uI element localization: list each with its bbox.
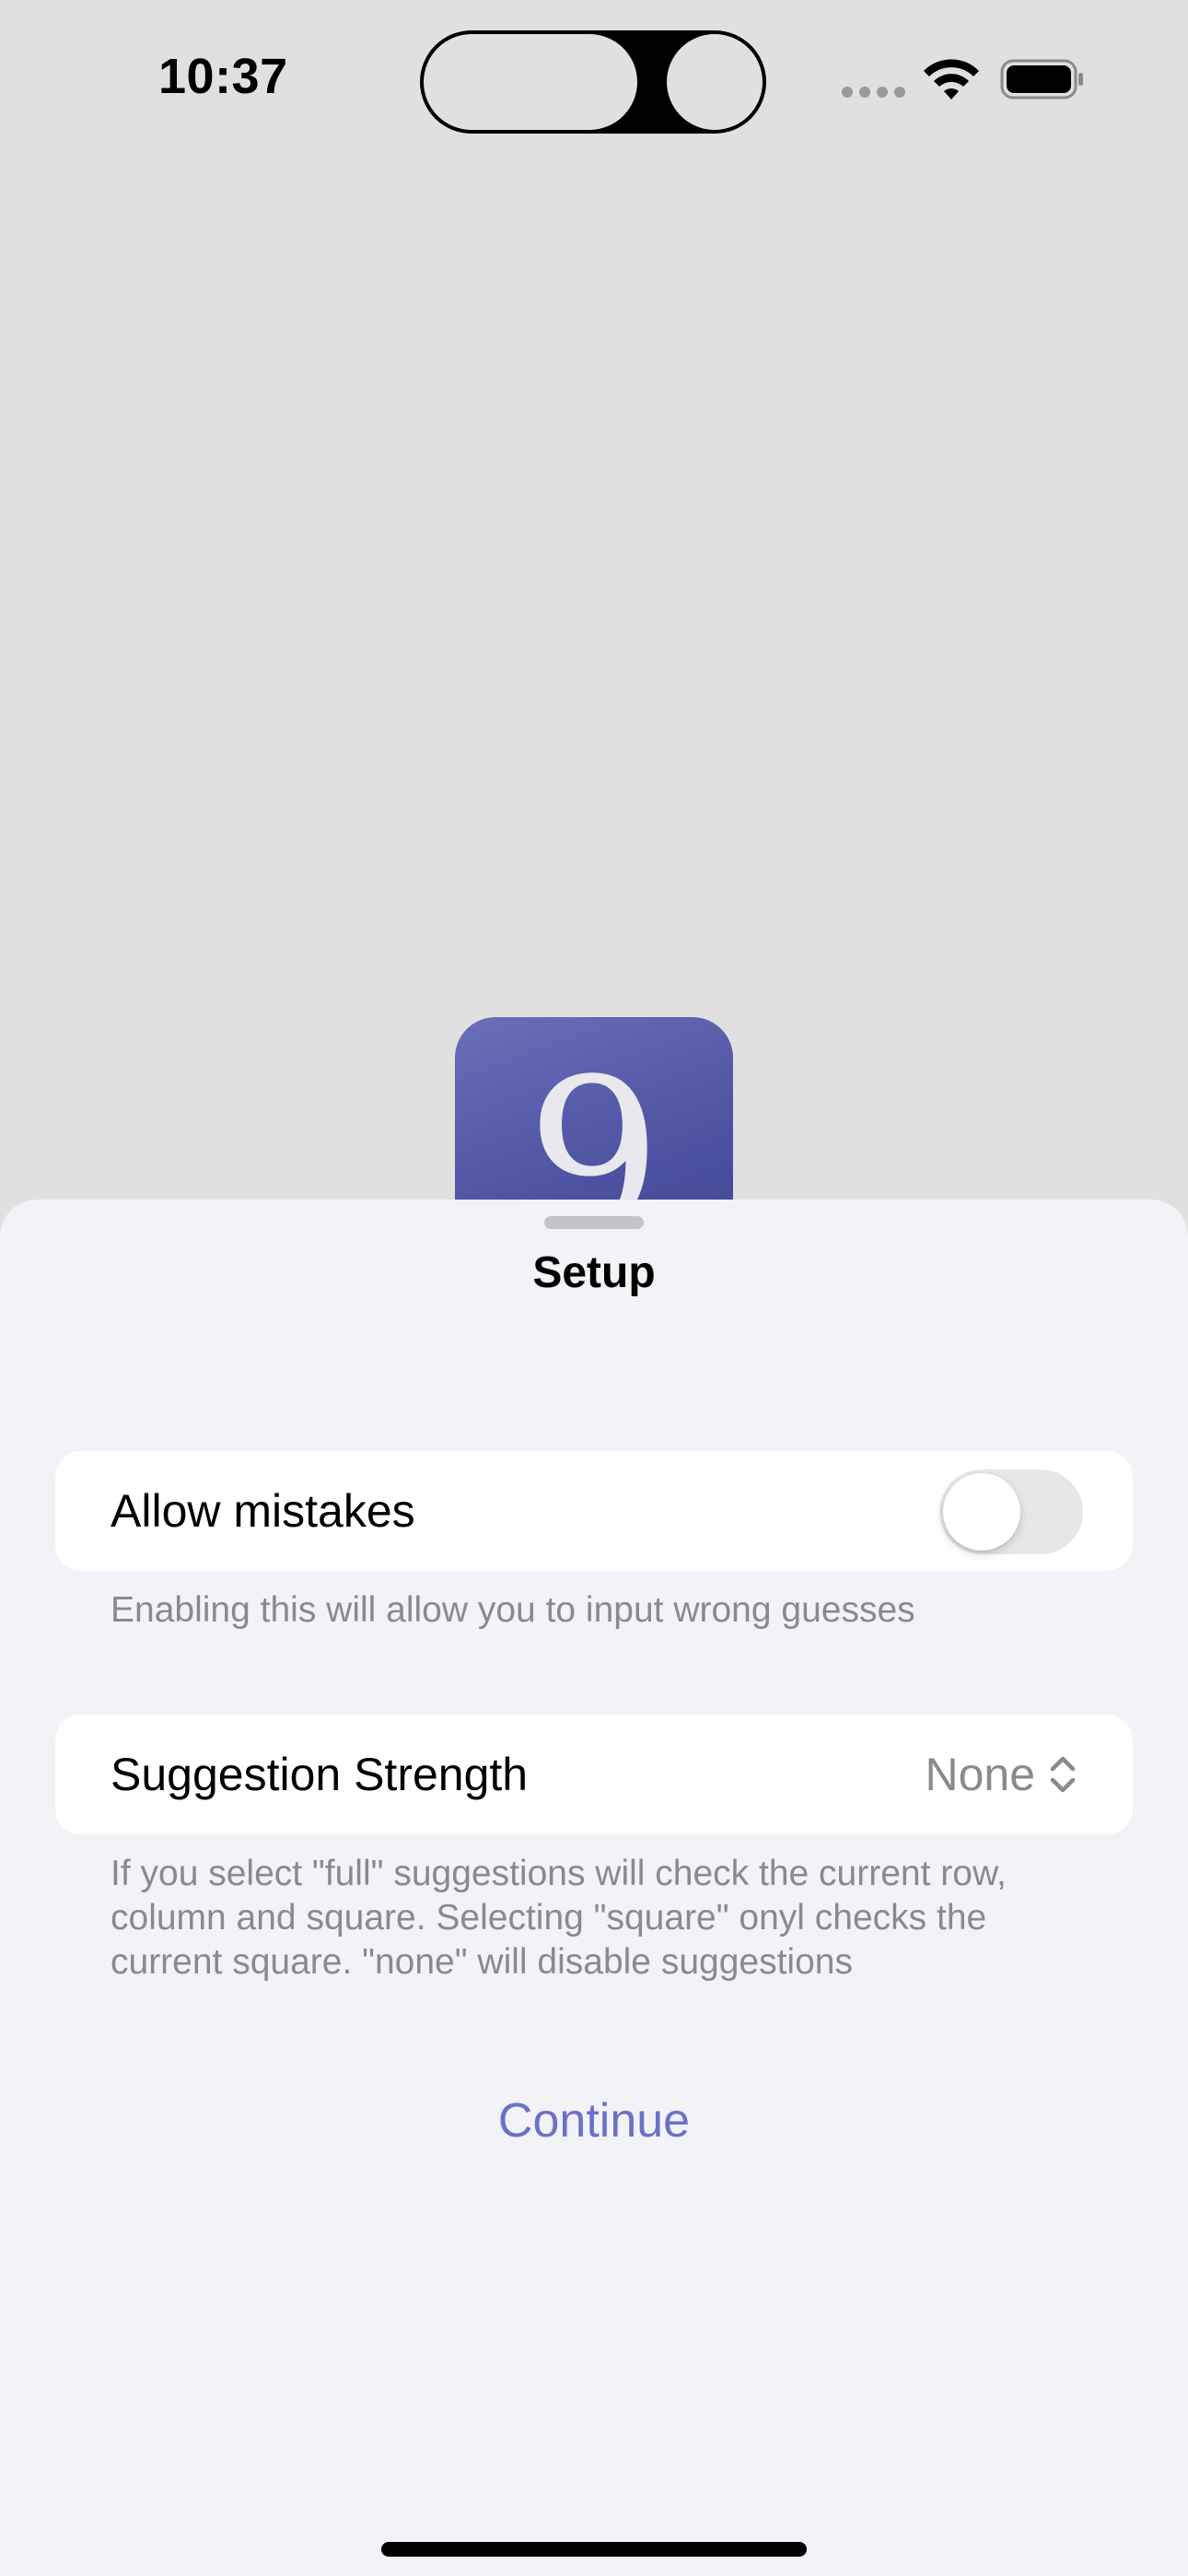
suggestion-strength-picker[interactable]: None (925, 1715, 1077, 1834)
continue-button[interactable]: Continue (410, 2084, 778, 2158)
sheet-grabber[interactable] (544, 1216, 644, 1229)
allow-mistakes-label: Allow mistakes (111, 1485, 415, 1537)
suggestion-strength-row: Suggestion Strength None (55, 1715, 1133, 1834)
status-bar: 10:37 (0, 0, 1188, 166)
status-time: 10:37 (158, 49, 288, 104)
suggestion-strength-label: Suggestion Strength (111, 1749, 529, 1800)
allow-mistakes-row: Allow mistakes (55, 1451, 1133, 1571)
battery-icon (1000, 59, 1083, 100)
setup-sheet: Setup Allow mistakes Enabling this will … (0, 1200, 1188, 2576)
home-indicator[interactable] (381, 2542, 807, 2557)
island-pill (424, 34, 637, 130)
allow-mistakes-toggle[interactable] (939, 1469, 1083, 1554)
sheet-title: Setup (532, 1248, 656, 1297)
toggle-knob (943, 1473, 1020, 1551)
dynamic-island (420, 30, 766, 134)
allow-mistakes-footnote: Enabling this will allow you to input wr… (111, 1590, 915, 1630)
chevron-up-down-icon (1050, 1756, 1076, 1793)
suggestion-strength-footnote: If you select "full" suggestions will ch… (111, 1854, 1007, 1982)
cellular-dots-icon (842, 87, 906, 98)
wifi-icon (924, 59, 979, 100)
suggestion-strength-value: None (925, 1749, 1035, 1800)
island-dot (667, 34, 763, 130)
